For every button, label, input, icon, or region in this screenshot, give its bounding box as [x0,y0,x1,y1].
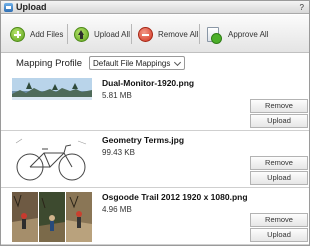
file-row: Dual-Monitor-1920.png 5.81 MB Remove Upl… [1,75,309,131]
file-name: Osgoode Trail 2012 1920 x 1080.png [102,192,248,202]
remove-all-label: Remove All [158,29,199,39]
add-files-label: Add Files [30,29,64,39]
approve-all-button[interactable]: Approve All [207,26,269,44]
remove-file-button[interactable]: Remove [250,156,308,170]
upload-window-icon [4,3,13,12]
mapping-profile-select[interactable]: Default File Mappings [89,56,185,70]
file-row: Osgoode Trail 2012 1920 x 1080.png 4.96 … [1,189,309,245]
toolbar-divider [199,24,200,44]
mapping-profile-label: Mapping Profile [16,58,83,69]
file-name: Dual-Monitor-1920.png [102,78,195,88]
add-files-button[interactable]: Add Files [10,26,63,42]
upload-all-button[interactable]: Upload All [74,26,130,42]
upload-window: Upload ? Add Files Upload All Remove All… [0,0,310,246]
file-size: 4.96 MB [102,205,132,214]
file-size: 99.43 KB [102,148,135,157]
approve-all-label: Approve All [228,29,269,39]
remove-file-button[interactable]: Remove [250,213,308,227]
title-bar: Upload ? [1,1,309,14]
remove-all-button[interactable]: Remove All [138,26,198,42]
file-list: Dual-Monitor-1920.png 5.81 MB Remove Upl… [1,75,309,245]
toolbar-divider [131,24,132,44]
file-thumbnail-landscape [12,78,92,128]
upload-file-button[interactable]: Upload [250,114,308,128]
upload-file-button[interactable]: Upload [250,171,308,185]
chevron-down-icon [173,58,182,67]
help-button[interactable]: ? [300,2,304,13]
upload-arrow-icon [74,26,89,42]
upload-file-button[interactable]: Upload [250,228,308,242]
toolbar-divider [67,24,68,44]
file-thumbnail-bicycle-sketch [12,135,92,185]
window-title: Upload [16,2,47,12]
remove-icon [138,26,153,42]
mapping-profile-row: Mapping Profile Default File Mappings [1,54,309,74]
file-thumbnail-trail-collage [12,192,92,242]
approve-document-icon [207,26,222,44]
file-size: 5.81 MB [102,91,132,100]
file-name: Geometry Terms.jpg [102,135,185,145]
mapping-profile-value: Default File Mappings [93,59,171,68]
remove-file-button[interactable]: Remove [250,99,308,113]
toolbar: Add Files Upload All Remove All Approve … [1,15,309,53]
file-row: Geometry Terms.jpg 99.43 KB Remove Uploa… [1,132,309,188]
upload-all-label: Upload All [94,29,131,39]
add-icon [10,26,25,42]
